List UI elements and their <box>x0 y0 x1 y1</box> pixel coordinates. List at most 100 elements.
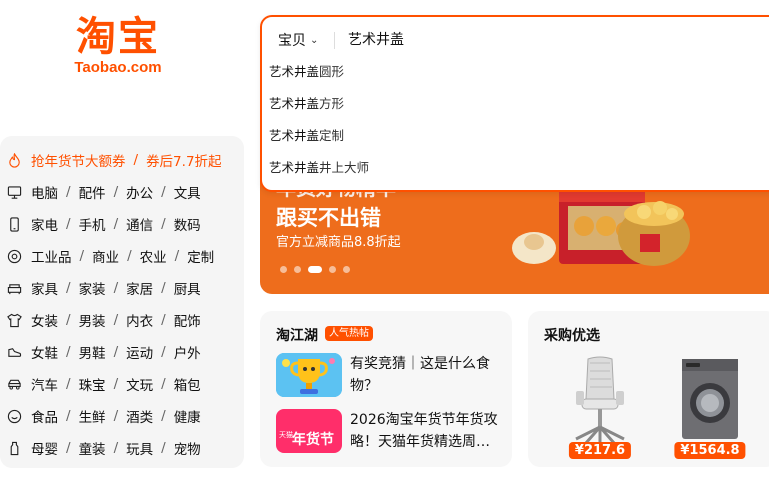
category-row: 电脑 / 配件 / 办公 / 文具 <box>6 180 201 204</box>
category-row: 女鞋 / 男鞋 / 运动 / 户外 <box>6 340 201 364</box>
banner-title: 跟买不出错 <box>276 206 381 230</box>
search-suggestion[interactable]: 艺术井盖方形 <box>269 93 344 112</box>
category-link[interactable]: 女鞋 <box>31 342 58 362</box>
suggestion-keyword: 艺术井盖 <box>269 96 320 111</box>
purchase-card: 采购优选 ¥217.6 ¥1564.8 <box>528 311 769 467</box>
banner-subtitle: 官方立减商品8.8折起 <box>276 235 401 250</box>
taojianghu-title[interactable]: 淘江湖 <box>276 325 318 345</box>
category-link[interactable]: 女装 <box>31 310 58 330</box>
category-separator: / <box>66 280 71 296</box>
category-row: 家电 / 手机 / 通信 / 数码 <box>6 212 201 236</box>
category-link[interactable]: 珠宝 <box>79 374 106 394</box>
category-link[interactable]: 券后7.7折起 <box>146 150 221 170</box>
category-row: 女装 / 男装 / 内衣 / 配饰 <box>6 308 201 332</box>
thumb-brand: 天猫 <box>279 431 293 439</box>
category-link[interactable]: 玩具 <box>126 438 153 458</box>
chevron-down-icon: ⌄ <box>310 34 319 46</box>
category-link[interactable]: 健康 <box>174 406 201 426</box>
category-separator: / <box>161 440 166 456</box>
category-link[interactable]: 宠物 <box>174 438 201 458</box>
suggestion-completion: 定制 <box>319 128 345 143</box>
category-separator: / <box>113 184 119 200</box>
news-thumbnail: 天猫 年货节 <box>276 409 342 453</box>
category-link[interactable]: 酒类 <box>126 406 153 426</box>
category-separator: / <box>127 248 132 264</box>
search-input[interactable] <box>348 28 748 50</box>
category-link[interactable]: 办公 <box>126 182 153 202</box>
hot-post-badge: 人气热帖 <box>325 326 373 341</box>
category-link[interactable]: 文具 <box>174 182 201 202</box>
category-link[interactable]: 男装 <box>79 310 106 330</box>
category-link[interactable]: 母婴 <box>31 438 58 458</box>
category-link[interactable]: 食品 <box>31 406 58 426</box>
category-separator: / <box>66 216 71 232</box>
category-separator: / <box>113 312 119 328</box>
carousel-dot[interactable] <box>294 266 301 273</box>
category-link[interactable]: 厨具 <box>174 278 201 298</box>
suggestion-keyword: 艺术井盖 <box>269 160 320 175</box>
category-link[interactable]: 生鲜 <box>79 406 106 426</box>
category-row: 家具 / 家装 / 家居 / 厨具 <box>6 276 201 300</box>
category-link[interactable]: 数码 <box>174 214 201 234</box>
news-item[interactable]: 天猫 年货节 2026淘宝年货节年货攻略！天猫年货精选周末狂欢 <box>276 409 506 453</box>
carousel-dot[interactable] <box>280 266 287 273</box>
carousel-dot[interactable] <box>329 266 336 273</box>
product-washer[interactable]: ¥1564.8 <box>670 355 750 459</box>
category-link[interactable]: 通信 <box>126 214 153 234</box>
category-link[interactable]: 手机 <box>79 214 106 234</box>
carousel-dot[interactable] <box>308 266 322 273</box>
category-link[interactable]: 定制 <box>187 246 214 266</box>
category-link[interactable]: 农业 <box>140 246 167 266</box>
category-link[interactable]: 商业 <box>92 246 119 266</box>
search-divider <box>334 32 335 49</box>
logo-english: Taobao.com <box>74 59 162 76</box>
category-link[interactable]: 文玩 <box>126 374 153 394</box>
category-separator: / <box>113 408 119 424</box>
category-separator: / <box>79 248 85 264</box>
category-link[interactable]: 童装 <box>79 438 106 458</box>
category-separator: / <box>161 344 166 360</box>
search-scope-label: 宝贝 <box>278 33 306 49</box>
category-separator: / <box>66 184 71 200</box>
category-separator: / <box>161 184 166 200</box>
search-suggestion[interactable]: 艺术井盖圆形 <box>269 61 344 80</box>
news-thumbnail <box>276 353 342 397</box>
phone-icon <box>6 216 22 232</box>
washing-machine-image <box>682 359 738 439</box>
category-separator: / <box>133 152 139 168</box>
category-link[interactable]: 内衣 <box>126 310 153 330</box>
category-link[interactable]: 家电 <box>31 214 58 234</box>
category-link[interactable]: 配饰 <box>174 310 201 330</box>
carousel-dot[interactable] <box>343 266 350 273</box>
category-link[interactable]: 抢年货节大额券 <box>31 150 126 170</box>
category-link[interactable]: 男鞋 <box>79 342 106 362</box>
search-suggestion[interactable]: 艺术井盖定制 <box>269 125 344 144</box>
search-suggestion[interactable]: 艺术井盖井上大师 <box>269 157 369 176</box>
product-price: ¥217.6 <box>568 442 632 459</box>
category-promo-row: 抢年货节大额券 / 券后7.7折起 <box>6 148 222 172</box>
news-title: 有奖竞猜｜这是什么食物？ <box>350 356 490 394</box>
sofa-icon <box>6 280 22 296</box>
category-link[interactable]: 家具 <box>31 278 58 298</box>
category-link[interactable]: 运动 <box>126 342 153 362</box>
car-icon <box>6 376 22 392</box>
category-link[interactable]: 工业品 <box>31 246 72 266</box>
flame-icon <box>6 152 22 168</box>
category-link[interactable]: 户外 <box>174 342 201 362</box>
suggestion-completion: 方形 <box>319 96 345 111</box>
carousel-dots <box>280 266 350 273</box>
category-link[interactable]: 家装 <box>79 278 106 298</box>
news-item[interactable]: 有奖竞猜｜这是什么食物？ <box>276 353 506 397</box>
category-link[interactable]: 汽车 <box>31 374 58 394</box>
purchase-title[interactable]: 采购优选 <box>544 325 600 345</box>
category-link[interactable]: 电脑 <box>31 182 58 202</box>
product-chair[interactable]: ¥217.6 <box>560 355 640 459</box>
category-link[interactable]: 配件 <box>79 182 106 202</box>
food-icon <box>6 408 22 424</box>
category-link[interactable]: 箱包 <box>174 374 201 394</box>
search-scope-select[interactable]: 宝贝 ⌄ <box>278 30 318 50</box>
category-separator: / <box>161 280 166 296</box>
category-separator: / <box>113 440 119 456</box>
taobao-logo[interactable]: 淘宝 Taobao.com <box>58 14 178 76</box>
category-link[interactable]: 家居 <box>126 278 153 298</box>
